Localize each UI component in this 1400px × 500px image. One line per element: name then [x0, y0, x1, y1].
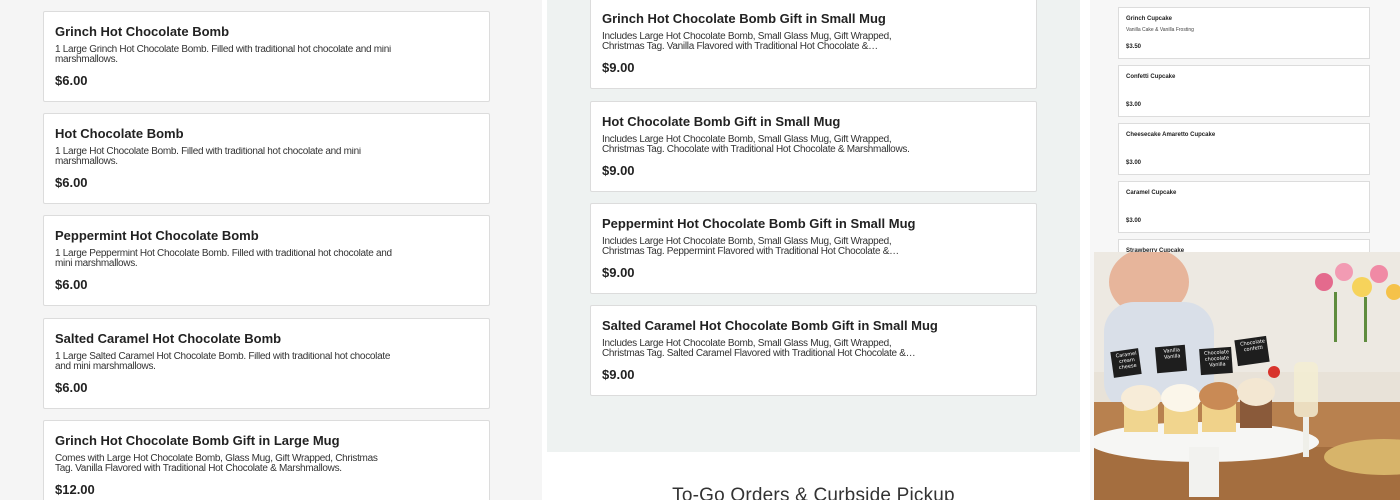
menu-item-name: Salted Caramel Hot Chocolate Bomb — [55, 331, 282, 346]
menu-item-description: Comes with Large Hot Chocolate Bomb, Gla… — [55, 454, 378, 474]
menu-item-name: Grinch Hot Chocolate Bomb Gift in Large … — [55, 433, 340, 448]
pickup-section: To-Go Orders & Curbside Pickup — [547, 452, 1080, 500]
menu-item-name: Hot Chocolate Bomb Gift in Small Mug — [602, 114, 841, 129]
menu-item-name: Peppermint Hot Chocolate Bomb — [55, 228, 259, 243]
cupcake-item-description: Vanilla Cake & Vanilla Frosting — [1126, 27, 1194, 33]
cupcake-item-card[interactable]: Cheesecake Amaretto Cupcake $3.00 — [1118, 123, 1370, 175]
cupcake-item-price: $3.00 — [1126, 160, 1142, 166]
menu-item-card[interactable]: Salted Caramel Hot Chocolate Bomb Gift i… — [590, 305, 1037, 396]
menu-item-name: Peppermint Hot Chocolate Bomb Gift in Sm… — [602, 216, 916, 231]
cupcake-item-name: Caramel Cupcake — [1126, 190, 1177, 196]
menu-item-name: Salted Caramel Hot Chocolate Bomb Gift i… — [602, 318, 938, 333]
menu-item-price: $6.00 — [55, 73, 88, 88]
menu-item-price: $6.00 — [55, 380, 88, 395]
menu-item-price: $12.00 — [55, 482, 95, 497]
menu-item-name: Hot Chocolate Bomb — [55, 126, 184, 141]
menu-item-description: 1 Large Salted Caramel Hot Chocolate Bom… — [55, 352, 391, 372]
pickup-heading: To-Go Orders & Curbside Pickup — [672, 485, 955, 500]
menu-item-price: $9.00 — [602, 60, 635, 75]
cupcake-photo: Caramel cream cheese Vanilla Vanilla Cho… — [1094, 252, 1400, 500]
cupcake-item-name: Grinch Cupcake — [1126, 16, 1173, 22]
cupcake-photo-illustration — [1094, 252, 1400, 500]
menu-item-card[interactable]: Grinch Hot Chocolate Bomb 1 Large Grinch… — [43, 11, 490, 102]
menu-item-name: Grinch Hot Chocolate Bomb Gift in Small … — [602, 11, 886, 26]
menu-item-description: Includes Large Hot Chocolate Bomb, Small… — [602, 32, 892, 52]
menu-item-card[interactable]: Peppermint Hot Chocolate Bomb 1 Large Pe… — [43, 215, 490, 306]
cupcake-item-name: Confetti Cupcake — [1126, 74, 1176, 80]
photo-sign: Chocolate chocolate Vanilla — [1203, 349, 1230, 369]
menu-item-price: $9.00 — [602, 265, 635, 280]
menu-item-description: 1 Large Grinch Hot Chocolate Bomb. Fille… — [55, 45, 391, 65]
menu-item-card[interactable]: Hot Chocolate Bomb Gift in Small Mug Inc… — [590, 101, 1037, 192]
cupcake-item-card[interactable]: Confetti Cupcake $3.00 — [1118, 65, 1370, 117]
menu-item-price: $6.00 — [55, 175, 88, 190]
cupcake-item-name: Cheesecake Amaretto Cupcake — [1126, 132, 1216, 138]
menu-item-card[interactable]: Hot Chocolate Bomb 1 Large Hot Chocolate… — [43, 113, 490, 204]
cupcake-item-card[interactable]: Caramel Cupcake $3.00 — [1118, 181, 1370, 233]
menu-item-price: $9.00 — [602, 163, 635, 178]
menu-item-price: $6.00 — [55, 277, 88, 292]
cupcake-item-price: $3.00 — [1126, 218, 1142, 224]
cupcake-item-price: $3.00 — [1126, 102, 1142, 108]
menu-item-name: Grinch Hot Chocolate Bomb — [55, 24, 230, 39]
menu-item-card[interactable]: Peppermint Hot Chocolate Bomb Gift in Sm… — [590, 203, 1037, 294]
menu-item-price: $9.00 — [602, 367, 635, 382]
menu-item-card[interactable]: Grinch Hot Chocolate Bomb Gift in Small … — [590, 0, 1037, 89]
menu-item-description: Includes Large Hot Chocolate Bomb, Small… — [602, 135, 910, 155]
menu-item-description: Includes Large Hot Chocolate Bomb, Small… — [602, 339, 916, 359]
cupcake-item-card[interactable]: Grinch Cupcake Vanilla Cake & Vanilla Fr… — [1118, 7, 1370, 59]
menu-item-description: 1 Large Peppermint Hot Chocolate Bomb. F… — [55, 249, 392, 269]
cupcake-item-price: $3.50 — [1126, 44, 1142, 50]
menu-item-card[interactable]: Grinch Hot Chocolate Bomb Gift in Large … — [43, 420, 490, 500]
menu-item-card[interactable]: Salted Caramel Hot Chocolate Bomb 1 Larg… — [43, 318, 490, 409]
menu-item-description: 1 Large Hot Chocolate Bomb. Filled with … — [55, 147, 361, 167]
menu-item-description: Includes Large Hot Chocolate Bomb, Small… — [602, 237, 899, 257]
